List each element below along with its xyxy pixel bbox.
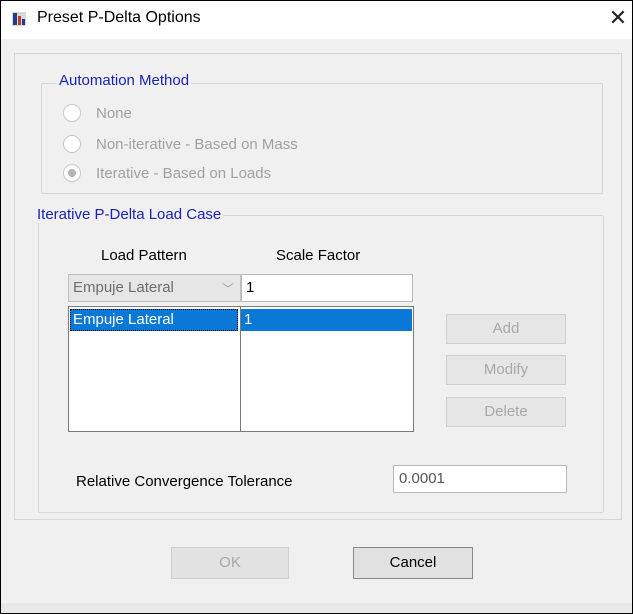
list-item-pattern: Empuje Lateral — [70, 309, 238, 331]
radio-iterative-label: Iterative - Based on Loads — [96, 164, 272, 182]
chevron-down-icon[interactable]: ﹀ — [222, 276, 234, 302]
window-title: Preset P-Delta Options — [37, 9, 201, 26]
radio-non-iterative[interactable]: Non-iterative - Based on Mass — [63, 133, 298, 155]
delete-button[interactable]: Delete — [446, 397, 566, 427]
load-pattern-select[interactable]: Empuje Lateral ﹀ — [68, 274, 241, 302]
list-item-scale: 1 — [241, 309, 412, 331]
radio-non-iterative-label: Non-iterative - Based on Mass — [96, 135, 298, 153]
cancel-button[interactable]: Cancel — [353, 547, 473, 579]
automation-method-title: Automation Method — [57, 72, 192, 89]
scale-factor-header: Scale Factor — [276, 247, 361, 264]
scale-factor-input[interactable]: 1 — [241, 274, 413, 302]
load-case-title: Iterative P-Delta Load Case — [35, 206, 224, 223]
status-strip — [1, 603, 632, 613]
tolerance-input[interactable]: 0.0001 — [393, 465, 567, 493]
radio-none[interactable]: None — [63, 102, 132, 124]
load-case-list[interactable]: Empuje Lateral 1 — [68, 306, 414, 432]
title-bar[interactable]: Preset P-Delta Options ✕ — [1, 1, 632, 39]
radio-iterative[interactable]: Iterative - Based on Loads — [63, 162, 271, 184]
app-icon — [12, 12, 26, 26]
ok-button[interactable]: OK — [171, 547, 289, 579]
radio-iterative-circle[interactable] — [63, 164, 81, 182]
tolerance-input-value: 0.0001 — [399, 470, 445, 487]
radio-non-iterative-circle[interactable] — [63, 135, 81, 153]
add-button[interactable]: Add — [446, 314, 566, 344]
radio-none-circle[interactable] — [63, 104, 81, 122]
load-pattern-select-value: Empuje Lateral — [73, 279, 174, 296]
list-item[interactable]: Empuje Lateral 1 — [70, 309, 412, 331]
radio-none-label: None — [96, 104, 132, 122]
preset-p-delta-dialog: Preset P-Delta Options ✕ Automation Meth… — [0, 0, 633, 614]
load-pattern-header: Load Pattern — [101, 247, 187, 264]
tolerance-label: Relative Convergence Tolerance — [76, 473, 293, 490]
scale-factor-input-value: 1 — [246, 279, 255, 296]
close-icon[interactable]: ✕ — [605, 6, 631, 32]
modify-button[interactable]: Modify — [446, 355, 566, 385]
